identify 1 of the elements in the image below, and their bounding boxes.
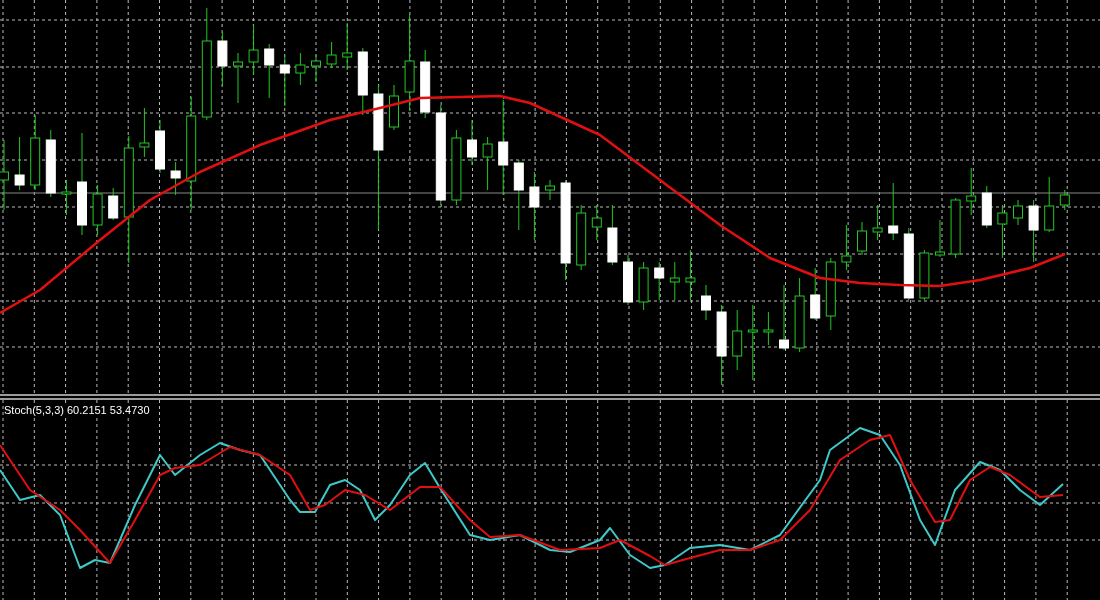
indicator-label: Stoch(5,3,3) 60.2151 53.4730 [4, 405, 150, 416]
